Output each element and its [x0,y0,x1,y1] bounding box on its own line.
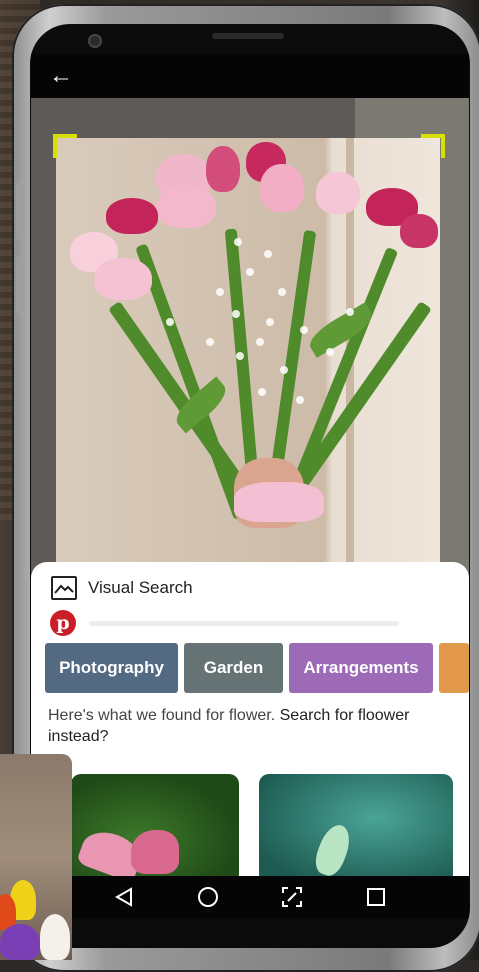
result-card[interactable] [71,774,239,884]
tulip [260,164,304,212]
chip-more[interactable] [439,643,469,693]
detection-dot [216,288,224,296]
chip-arrangements[interactable]: Arrangements [289,643,433,693]
detection-dot [278,288,286,296]
detection-dot [246,268,254,276]
nav-home-icon[interactable] [183,876,233,918]
detection-dot [256,338,264,346]
tulip [316,172,360,214]
purple-tulip [0,924,40,960]
detection-dot [326,348,334,356]
suggestion-chips: Photography Garden Arrangements [45,643,469,693]
image-icon [51,576,77,600]
detection-dot [296,396,304,404]
detection-dot [206,338,214,346]
result-bud [310,820,356,880]
loading-progress-track [89,621,399,626]
found-text: Here's what we found for flower. [48,707,276,724]
detection-dot [258,388,266,396]
volume-up-button [16,182,23,240]
chip-photography[interactable]: Photography [45,643,178,693]
result-card[interactable] [259,774,453,884]
front-camera [88,34,102,48]
volume-down-button [16,256,23,314]
top-bar: ← [31,54,469,98]
tulip [94,258,152,300]
nav-back-icon[interactable] [99,876,149,918]
tulip [156,186,216,228]
detection-dot [234,238,242,246]
pinterest-icon: p [50,610,76,636]
phone-screen: ← Visual Search p Photography Garden Arr… [31,54,469,918]
captured-photo[interactable] [56,138,440,564]
back-arrow-icon[interactable]: ← [41,58,81,94]
detection-dot [232,310,240,318]
tulip [206,146,240,192]
detection-dot [264,250,272,258]
search-results-message: Here's what we found for flower. Search … [48,705,458,747]
detection-dot [236,352,244,360]
ribbon-bow [234,482,324,522]
tulip [400,214,438,248]
white-tulip [40,914,70,960]
background-tulip-photo [0,754,72,960]
android-nav-bar [31,876,469,918]
detection-dot [280,366,288,374]
visual-search-sheet: Visual Search p Photography Garden Arran… [31,562,469,918]
detection-dot [266,318,274,326]
detection-dot [346,308,354,316]
nav-recents-icon[interactable] [351,876,401,918]
visual-search-title: Visual Search [88,578,193,597]
detection-dot [300,326,308,334]
result-flower [131,830,179,874]
scan-bracket-top-right [421,134,445,158]
scan-bracket-top-left [53,134,77,158]
speaker-grille [212,33,284,39]
tulip [106,198,158,234]
detection-dot [166,318,174,326]
screen-capture-icon[interactable] [267,876,317,918]
chip-garden[interactable]: Garden [184,643,283,693]
